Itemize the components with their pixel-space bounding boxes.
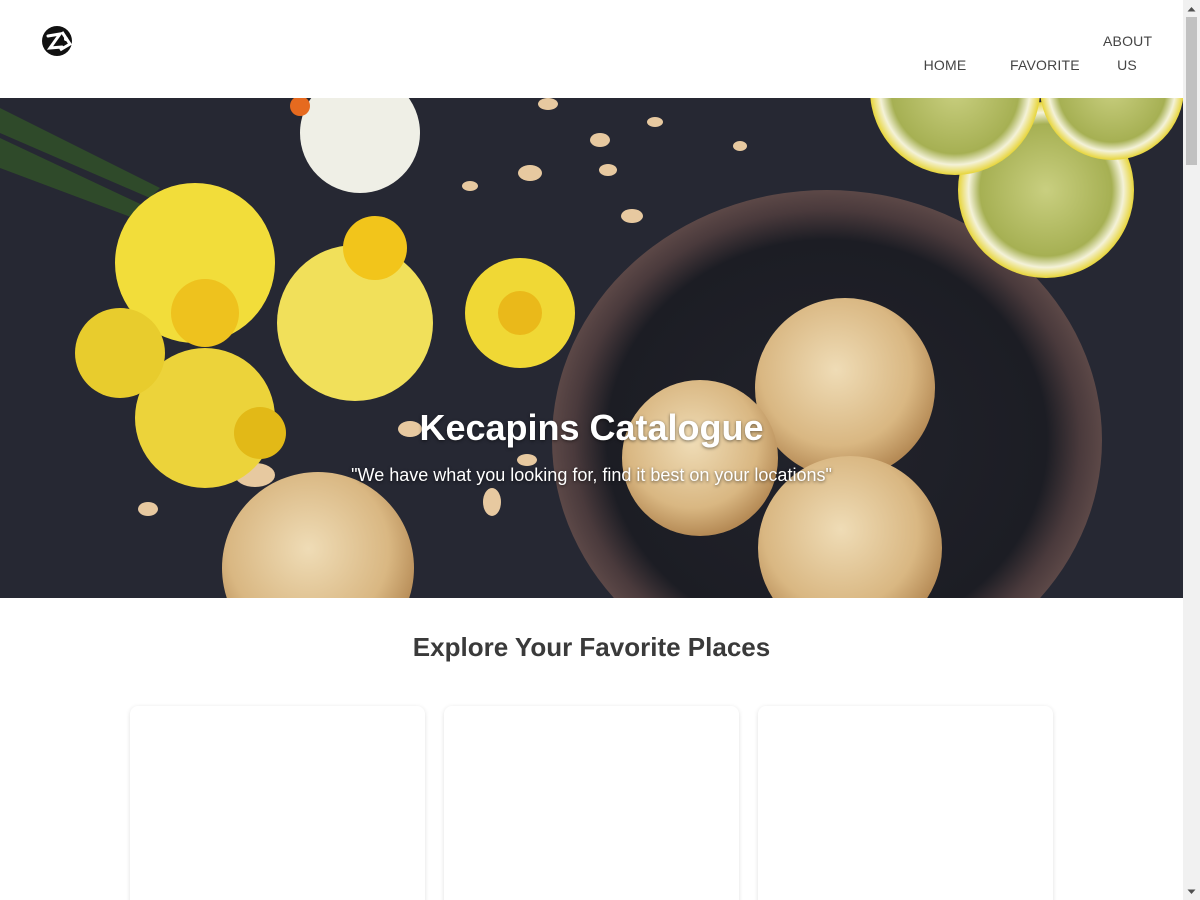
hero-subtitle: "We have what you looking for, find it b…	[351, 465, 832, 485]
scroll-down-arrow-icon[interactable]	[1183, 883, 1200, 900]
logo-icon[interactable]	[40, 22, 76, 60]
scrollbar-thumb[interactable]	[1186, 17, 1197, 165]
nav-about-link[interactable]: ABOUT US	[1103, 29, 1152, 77]
hero-banner: Kecapins Catalogue "We have what you loo…	[0, 98, 1183, 598]
hero-title: Kecapins Catalogue	[419, 407, 764, 448]
place-card[interactable]	[758, 706, 1053, 900]
scroll-up-arrow-icon[interactable]	[1183, 0, 1200, 17]
vertical-scrollbar[interactable]	[1183, 0, 1200, 900]
page: HOME FAVORITE ABOUT US Kecapins Catalogu…	[0, 0, 1183, 900]
hero-image	[0, 98, 1183, 598]
site-header: HOME FAVORITE ABOUT US	[0, 0, 1183, 98]
nav-favorite-link[interactable]: FAVORITE	[1010, 53, 1080, 77]
place-card[interactable]	[130, 706, 425, 900]
nav-home-link[interactable]: HOME	[923, 53, 967, 77]
section-title: Explore Your Favorite Places	[412, 632, 771, 662]
place-card[interactable]	[444, 706, 739, 900]
